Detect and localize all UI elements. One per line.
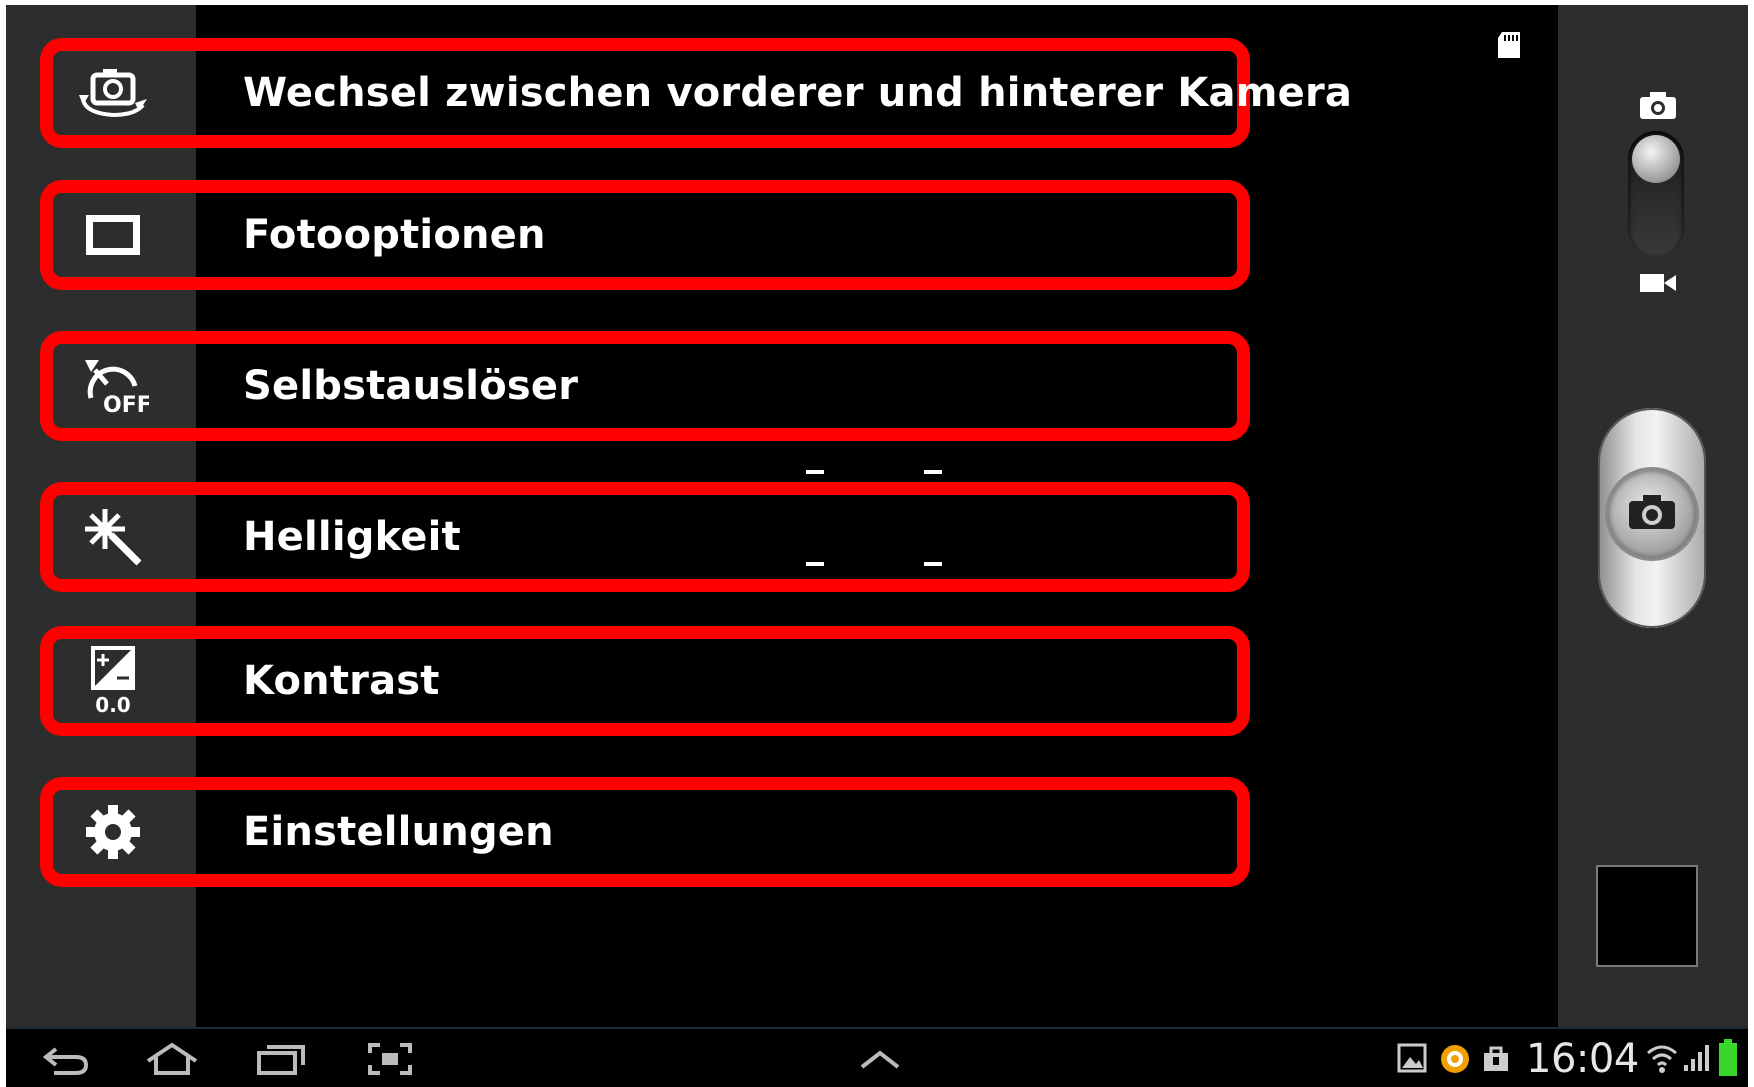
menu-item-contrast[interactable]: 0.0 Kontrast [40, 626, 1250, 736]
svg-text:0.0: 0.0 [95, 693, 130, 716]
camera-icon [1638, 91, 1678, 125]
sd-card-icon [1496, 30, 1522, 64]
chevron-up-icon[interactable] [850, 1037, 910, 1081]
menu-item-label: Fotooptionen [243, 212, 546, 258]
camera-icon [1627, 493, 1677, 535]
home-icon[interactable] [142, 1037, 202, 1081]
svg-text:OFF: OFF [103, 393, 149, 416]
battery-icon [1718, 1039, 1738, 1081]
brightness-icon [71, 502, 155, 572]
menu-item-switch-camera[interactable]: Wechsel zwischen vorderer und hinterer K… [40, 38, 1352, 148]
menu-item-self-timer[interactable]: OFF Selbstauslöser [40, 331, 1250, 441]
shutter-button[interactable] [1598, 408, 1706, 628]
menu-item-label: Selbstauslöser [243, 363, 579, 409]
focus-frame [806, 470, 942, 566]
last-photo-thumbnail[interactable] [1596, 865, 1698, 967]
screenshot-icon[interactable] [360, 1037, 420, 1081]
shopping-bag-icon [1481, 1043, 1511, 1077]
menu-item-label: Einstellungen [243, 809, 554, 855]
mode-switch-knob[interactable] [1632, 135, 1680, 183]
shutter-button-face[interactable] [1608, 470, 1696, 558]
menu-item-label: Wechsel zwischen vorderer und hinterer K… [243, 70, 1353, 116]
photo-options-icon [71, 200, 155, 270]
wifi-icon [1646, 1043, 1678, 1079]
self-timer-off-icon: OFF [71, 351, 155, 421]
gallery-icon [1397, 1043, 1427, 1077]
menu-item-photo-options[interactable]: Fotooptionen [40, 180, 1250, 290]
photo-video-mode-switch[interactable] [1620, 91, 1696, 301]
contrast-icon: 0.0 [71, 646, 155, 716]
status-clock: 16:04 [1526, 1036, 1639, 1082]
switch-camera-icon [71, 58, 155, 128]
menu-item-brightness[interactable]: Helligkeit [40, 482, 1250, 592]
video-camera-icon [1638, 271, 1678, 299]
signal-icon [1682, 1043, 1710, 1077]
camera-app-screen: Wechsel zwischen vorderer und hinterer K… [6, 5, 1748, 1087]
menu-item-label: Kontrast [243, 658, 440, 704]
notification-circle-icon [1439, 1043, 1471, 1079]
system-nav-bar: 16:04 [6, 1027, 1748, 1087]
back-icon[interactable] [36, 1037, 96, 1081]
settings-gear-icon [71, 797, 155, 867]
menu-item-settings[interactable]: Einstellungen [40, 777, 1250, 887]
recent-apps-icon[interactable] [251, 1037, 311, 1081]
menu-item-label: Helligkeit [243, 514, 461, 560]
